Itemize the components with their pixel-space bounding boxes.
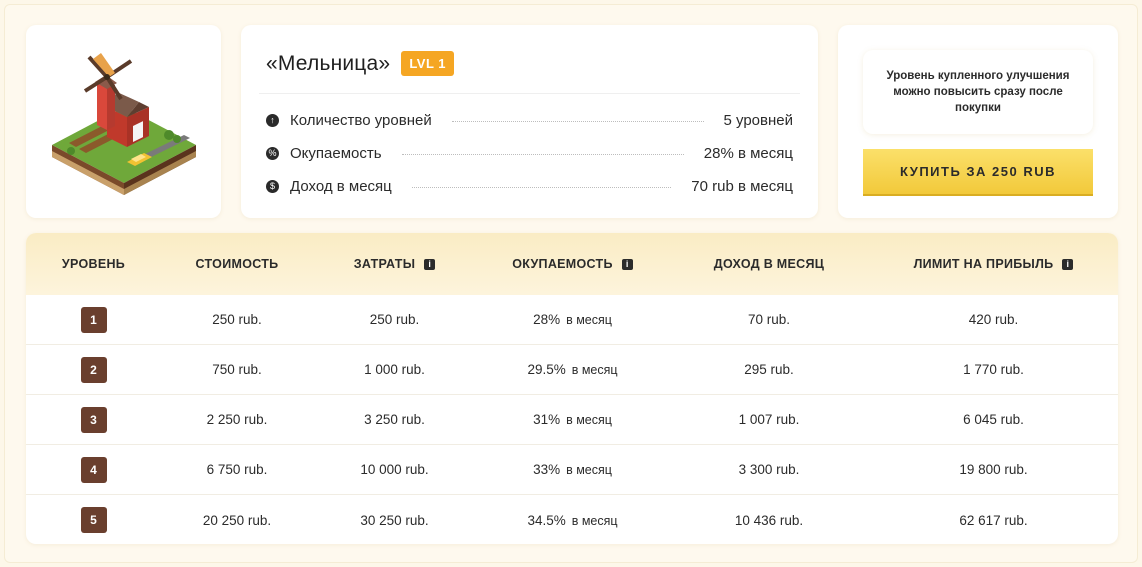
header-cost: СТОИМОСТЬ: [195, 257, 279, 271]
cell-cost: 6 750 rub.: [206, 462, 268, 477]
cell-expenses: 30 250 rub.: [360, 512, 429, 528]
level-chip: 3: [80, 406, 107, 433]
header-profit-limit: ЛИМИТ НА ПРИБЫЛЬ i: [869, 257, 1118, 271]
level-chip: 5: [80, 507, 107, 533]
cell-payback: 29.5% в месяц: [527, 362, 618, 377]
stat-value: 70 rub в месяц: [691, 177, 793, 195]
info-icon[interactable]: i: [621, 258, 633, 270]
table-row: 2 750 rub. 1 000 rub. 29.5% в месяц 295 r…: [26, 345, 1118, 395]
cell-expenses: 1 000 rub.: [364, 362, 425, 377]
cell-limit: 6 045 rub.: [963, 412, 1024, 427]
dotted-leader: [411, 186, 672, 188]
stat-label: Доход в месяц: [290, 177, 392, 195]
cell-expenses: 10 000 rub.: [360, 462, 429, 477]
arrow-up-circle-icon: ↑: [266, 113, 279, 127]
cell-income: 10 436 rub.: [734, 512, 804, 528]
dotted-leader: [401, 153, 684, 155]
cell-expenses: 3 250 rub.: [364, 412, 425, 427]
info-icon[interactable]: i: [1062, 258, 1074, 270]
stat-value: 5 уровней: [723, 111, 794, 129]
windmill-farm-illustration: [51, 52, 196, 195]
table-row: 4 6 750 rub. 10 000 rub. 33% в месяц 3 30…: [26, 445, 1118, 495]
divider: [259, 93, 800, 94]
cell-income: 3 300 rub.: [738, 462, 800, 477]
header-income: ДОХОД В МЕСЯЦ: [713, 257, 825, 271]
levels-table: УРОВЕНЬ СТОИМОСТЬ ЗАТРАТЫ i ОКУПАЕМОСТЬ i …: [26, 233, 1118, 544]
upgrade-note: Уровень купленного улучшения можно повыс…: [863, 50, 1093, 134]
table-row: 1 250 rub. 250 rub. 28% в месяц 70 rub. 4…: [26, 295, 1118, 345]
cell-limit: 1 770 rub.: [963, 362, 1024, 377]
cell-cost: 2 250 rub.: [206, 412, 268, 427]
stat-row-levels: ↑ Количество уровней 5 уровней: [266, 109, 793, 131]
cell-cost: 20 250 rub.: [202, 512, 272, 528]
buy-button[interactable]: КУПИТЬ ЗА 250 RUB: [863, 149, 1093, 196]
info-icon[interactable]: i: [424, 258, 436, 270]
cell-cost: 750 rub.: [212, 362, 262, 377]
dotted-leader: [451, 120, 704, 122]
stat-value: 28% в месяц: [703, 144, 793, 162]
dollar-circle-icon: $: [266, 179, 279, 193]
product-info-card: «Мельница» LVL 1 ↑ Количество уровней 5 …: [241, 25, 818, 218]
cell-limit: 19 800 rub.: [959, 462, 1028, 477]
table-row: 5 20 250 rub. 30 250 rub. 34.5% в месяц 1…: [26, 495, 1118, 544]
title-row: «Мельница» LVL 1: [266, 51, 455, 76]
stat-row-income: $ Доход в месяц 70 rub в месяц: [266, 175, 793, 197]
header-expenses: ЗАТРАТЫ i: [313, 257, 476, 271]
cell-income: 295 rub.: [744, 362, 794, 377]
table-body: 1 250 rub. 250 rub. 28% в месяц 70 rub. 4…: [26, 295, 1118, 544]
table-header: УРОВЕНЬ СТОИМОСТЬ ЗАТРАТЫ i ОКУПАЕМОСТЬ i …: [26, 233, 1118, 295]
header-level: УРОВЕНЬ: [61, 257, 126, 271]
percent-circle-icon: %: [266, 146, 279, 160]
level-badge: LVL 1: [401, 51, 455, 76]
stat-label: Количество уровней: [290, 111, 432, 129]
header-payback: ОКУПАЕМОСТЬ i: [476, 257, 669, 271]
stat-label: Окупаемость: [290, 144, 382, 162]
cell-income: 1 007 rub.: [738, 412, 800, 427]
level-chip: 2: [80, 356, 107, 383]
cell-payback: 31% в месяц: [533, 412, 612, 427]
cell-payback: 34.5% в месяц: [527, 512, 618, 528]
cell-payback: 33% в месяц: [533, 462, 612, 477]
buy-card: Уровень купленного улучшения можно повыс…: [838, 25, 1118, 218]
stat-row-payback: % Окупаемость 28% в месяц: [266, 142, 793, 164]
level-chip: 4: [80, 456, 107, 483]
product-image-card: [26, 25, 221, 218]
cell-limit: 62 617 rub.: [959, 512, 1028, 528]
cell-payback: 28% в месяц: [533, 312, 612, 327]
product-title: «Мельница»: [266, 51, 391, 75]
table-row: 3 2 250 rub. 3 250 rub. 31% в месяц 1 007…: [26, 395, 1118, 445]
cell-limit: 420 rub.: [968, 312, 1019, 327]
cell-income: 70 rub.: [747, 312, 791, 327]
level-chip: 1: [80, 306, 107, 333]
cell-expenses: 250 rub.: [369, 312, 420, 327]
cell-cost: 250 rub.: [212, 312, 262, 327]
